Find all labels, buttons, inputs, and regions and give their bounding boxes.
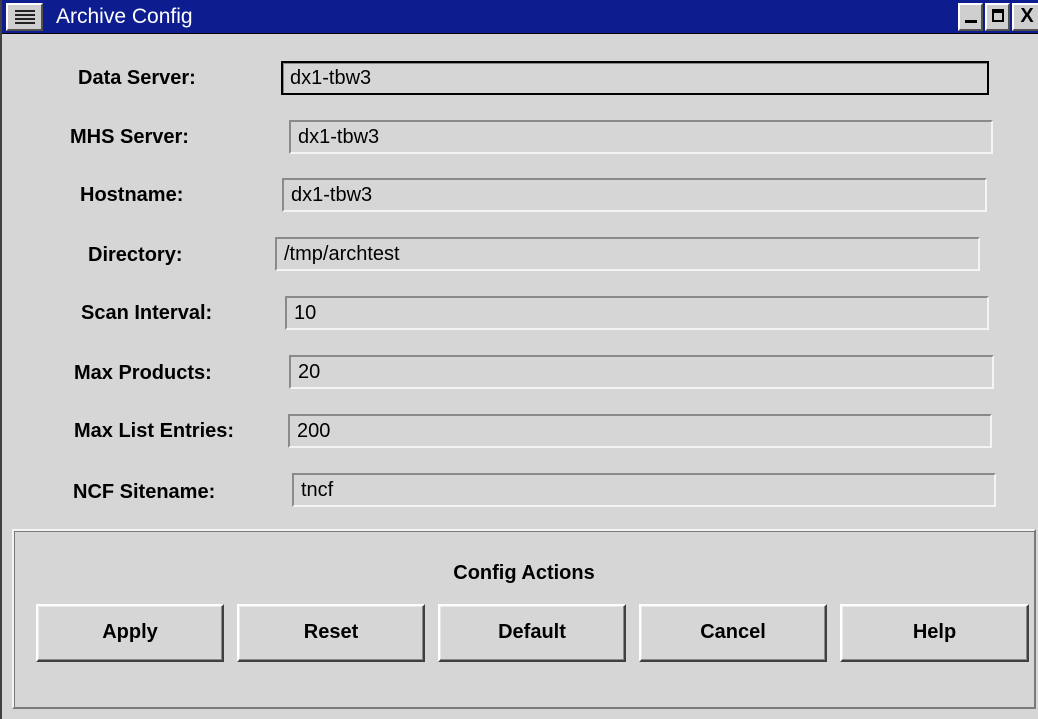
ncf-sitename-field[interactable]	[292, 473, 996, 507]
close-icon[interactable]: X	[1012, 3, 1038, 31]
apply-button[interactable]: Apply	[36, 604, 224, 662]
config-actions-title: Config Actions	[453, 562, 595, 584]
max-products-label: Max Products:	[74, 362, 212, 384]
maximize-icon[interactable]	[985, 3, 1010, 31]
directory-label: Directory:	[88, 244, 183, 266]
title-bar[interactable]: Archive Config X	[2, 0, 1038, 34]
window-menu-icon[interactable]	[6, 3, 43, 31]
minimize-icon[interactable]	[958, 3, 983, 31]
data-server-field[interactable]	[281, 61, 989, 95]
hostname-field[interactable]	[282, 178, 987, 212]
max-list-entries-field[interactable]	[288, 414, 992, 448]
hostname-label: Hostname:	[80, 184, 184, 206]
default-button[interactable]: Default	[438, 604, 626, 662]
reset-button[interactable]: Reset	[237, 604, 425, 662]
max-list-entries-label: Max List Entries:	[74, 420, 235, 442]
scan-interval-label: Scan Interval:	[81, 302, 213, 324]
archive-config-window: Archive Config X Data Server: MHS Server…	[0, 0, 1038, 719]
window-title: Archive Config	[56, 5, 193, 28]
scan-interval-field[interactable]	[285, 296, 989, 330]
mhs-server-field[interactable]	[289, 120, 993, 154]
ncf-sitename-label: NCF Sitename:	[73, 481, 216, 503]
help-button[interactable]: Help	[840, 604, 1029, 662]
mhs-server-label: MHS Server:	[70, 126, 189, 148]
cancel-button[interactable]: Cancel	[639, 604, 827, 662]
data-server-label: Data Server:	[78, 67, 196, 89]
directory-field[interactable]	[275, 237, 980, 271]
max-products-field[interactable]	[289, 355, 994, 389]
